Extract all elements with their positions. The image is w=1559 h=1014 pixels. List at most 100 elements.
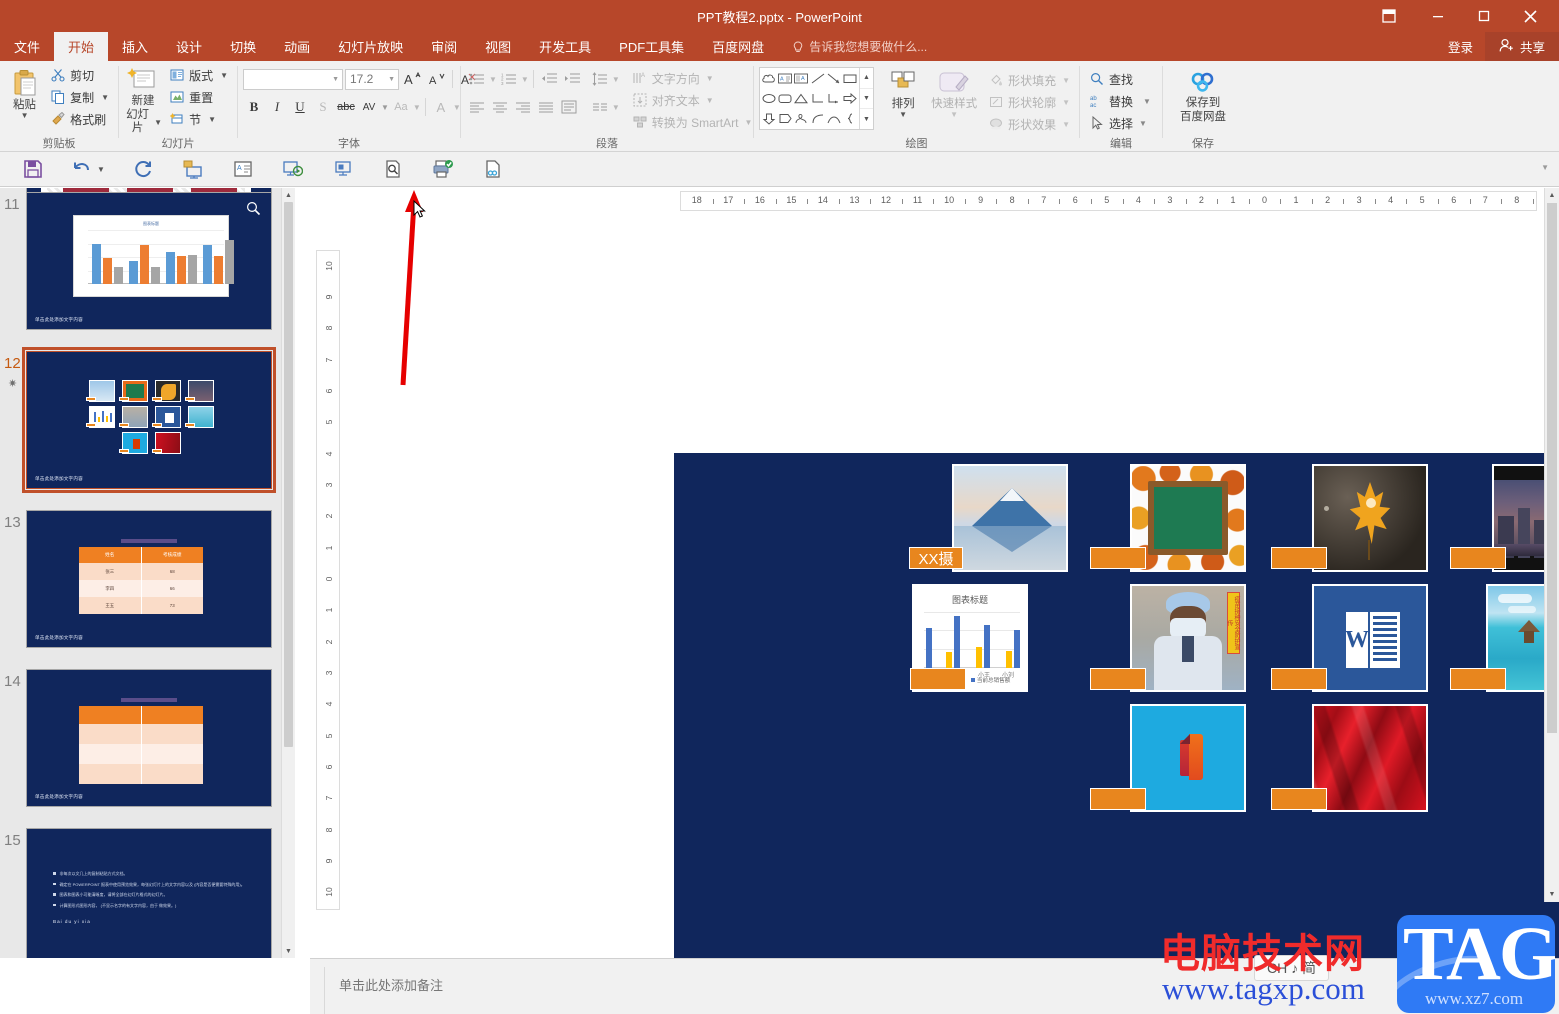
tab-pdf-tools[interactable]: PDF工具集: [605, 32, 698, 61]
paste-button[interactable]: 粘贴 ▼: [5, 64, 44, 119]
shape-curve-icon[interactable]: [809, 108, 825, 128]
font-color-button[interactable]: A: [430, 97, 452, 118]
align-right-button[interactable]: [512, 97, 534, 118]
canvas-scroll-down-icon[interactable]: ▼: [1545, 887, 1559, 902]
tell-me-search[interactable]: 告诉我您想要做什么...: [778, 32, 927, 61]
shapes-scroll-up-icon[interactable]: ▲: [860, 68, 873, 89]
caption-7[interactable]: [1271, 668, 1327, 690]
numbering-caret-icon[interactable]: ▼: [521, 76, 529, 83]
copy-button[interactable]: 复制 ▼: [46, 86, 113, 108]
picture-red-silk[interactable]: [1312, 704, 1428, 812]
thumbnails-scroll-up-icon[interactable]: ▲: [282, 188, 295, 202]
font-size-input[interactable]: 17.2 ▼: [345, 69, 399, 90]
tab-design[interactable]: 设计: [162, 32, 216, 61]
caption-3[interactable]: [1271, 547, 1327, 569]
caption-8[interactable]: [1450, 668, 1506, 690]
from-beginning-icon[interactable]: [168, 153, 218, 185]
print-preview-icon[interactable]: [368, 153, 418, 185]
spacing-caret-icon[interactable]: ▼: [381, 104, 389, 111]
section-button[interactable]: 节 ▼: [165, 108, 232, 130]
vertical-ruler[interactable]: 10987654321012345678910: [316, 250, 340, 910]
caption-6[interactable]: [1090, 668, 1146, 690]
thumbnails-scroll-thumb[interactable]: [284, 202, 293, 747]
select-button[interactable]: 选择 ▼: [1085, 112, 1155, 134]
minimize-button[interactable]: [1415, 0, 1461, 32]
shape-vertical-textbox-icon[interactable]: A: [793, 69, 809, 89]
thumbnails-scroll-down-icon[interactable]: ▼: [282, 944, 295, 958]
shape-freeform-icon[interactable]: [793, 108, 809, 128]
select-caret-icon[interactable]: ▼: [1139, 120, 1147, 127]
new-slide-button[interactable]: 新建 幻灯片 ▼: [124, 64, 162, 135]
arrange-caret-icon[interactable]: ▼: [899, 111, 907, 118]
picture-autumn-blackboard[interactable]: [1130, 464, 1246, 572]
shape-textbox-icon[interactable]: A: [777, 69, 793, 89]
start-slideshow-icon[interactable]: [268, 153, 318, 185]
outline-view-icon[interactable]: A: [218, 153, 268, 185]
align-text-caret-icon[interactable]: ▼: [706, 97, 714, 104]
tab-home[interactable]: 开始: [54, 32, 108, 61]
ribbon-display-options-icon[interactable]: [1369, 0, 1409, 32]
horizontal-ruler[interactable]: 1817161514131211109876543210123456789101…: [680, 191, 1537, 211]
shape-pentagon-icon[interactable]: [777, 108, 793, 128]
shapes-gallery[interactable]: A A: [759, 67, 874, 130]
smartart-caret-icon[interactable]: ▼: [744, 119, 752, 126]
justify-button[interactable]: [535, 97, 557, 118]
thumbnail-slide-14[interactable]: 单击此处添加文字内容: [26, 669, 272, 807]
shapes-scroll-down-icon[interactable]: ▼: [860, 89, 873, 110]
change-case-button[interactable]: Aa: [390, 97, 412, 118]
tab-developer[interactable]: 开发工具: [525, 32, 605, 61]
underline-button[interactable]: U: [289, 97, 311, 118]
shape-rectangle-icon[interactable]: [842, 69, 858, 89]
caption-9[interactable]: [1090, 788, 1146, 810]
canvas-scroll-thumb[interactable]: [1547, 203, 1557, 733]
font-name-caret-icon[interactable]: ▼: [332, 76, 342, 83]
quick-print-icon[interactable]: [418, 153, 468, 185]
shape-cloud-icon[interactable]: [761, 69, 777, 89]
tab-view[interactable]: 视图: [471, 32, 525, 61]
save-to-baidu-button[interactable]: 保存到 百度网盘: [1168, 68, 1238, 124]
layout-caret-icon[interactable]: ▼: [220, 72, 228, 79]
shape-elbow-arrow-icon[interactable]: [826, 89, 842, 109]
maximize-button[interactable]: [1461, 0, 1507, 32]
redo-icon[interactable]: [118, 153, 168, 185]
shape-outline-caret-icon[interactable]: ▼: [1062, 99, 1070, 106]
tab-baidu-netdisk[interactable]: 百度网盘: [698, 32, 778, 61]
shape-oval-icon[interactable]: [761, 89, 777, 109]
format-painter-button[interactable]: 格式刷: [46, 108, 113, 130]
paste-caret-icon[interactable]: ▼: [21, 112, 29, 119]
canvas-scrollbar[interactable]: ▲ ▼: [1544, 188, 1559, 902]
qat-overflow-icon[interactable]: ▼: [1541, 163, 1549, 172]
caption-1-filled[interactable]: XX摄: [909, 547, 963, 569]
strikethrough-button[interactable]: abc: [335, 97, 357, 118]
shape-right-arrow-icon[interactable]: [842, 89, 858, 109]
tab-animations[interactable]: 动画: [270, 32, 324, 61]
picture-office-logo[interactable]: [1130, 704, 1246, 812]
thumbnail-slide-15[interactable]: 非每次以文几上的复制粘贴方式文档。 确定在 POWERPOINT 报表中使用预览…: [26, 828, 272, 958]
layout-button[interactable]: 版式 ▼: [165, 64, 232, 86]
tab-review[interactable]: 审阅: [417, 32, 471, 61]
bullets-button[interactable]: [466, 69, 488, 90]
change-case-caret-icon[interactable]: ▼: [413, 104, 421, 111]
columns-button[interactable]: [589, 97, 611, 118]
shape-line-icon[interactable]: [809, 69, 825, 89]
italic-button[interactable]: I: [266, 97, 288, 118]
shape-outline-button[interactable]: 形状轮廓 ▼: [984, 91, 1074, 113]
tab-file[interactable]: 文件: [0, 32, 54, 61]
reset-button[interactable]: 重置: [165, 86, 232, 108]
undo-icon[interactable]: ▼: [58, 153, 118, 185]
increase-indent-button[interactable]: [561, 69, 583, 90]
line-spacing-caret-icon[interactable]: ▼: [612, 76, 620, 83]
shape-fill-button[interactable]: 形状填充 ▼: [984, 69, 1074, 91]
font-name-input[interactable]: ▼: [243, 69, 343, 90]
cut-button[interactable]: 剪切: [46, 64, 113, 86]
shape-down-arrow-icon[interactable]: [761, 108, 777, 128]
section-caret-icon[interactable]: ▼: [208, 116, 216, 123]
save-icon[interactable]: [8, 153, 58, 185]
shape-brace-icon[interactable]: [842, 108, 858, 128]
text-direction-caret-icon[interactable]: ▼: [706, 75, 714, 82]
character-spacing-button[interactable]: AV: [358, 97, 380, 118]
tab-insert[interactable]: 插入: [108, 32, 162, 61]
replace-button[interactable]: abac 替换 ▼: [1085, 90, 1155, 112]
undo-caret-icon[interactable]: ▼: [97, 166, 105, 173]
align-left-button[interactable]: [466, 97, 488, 118]
